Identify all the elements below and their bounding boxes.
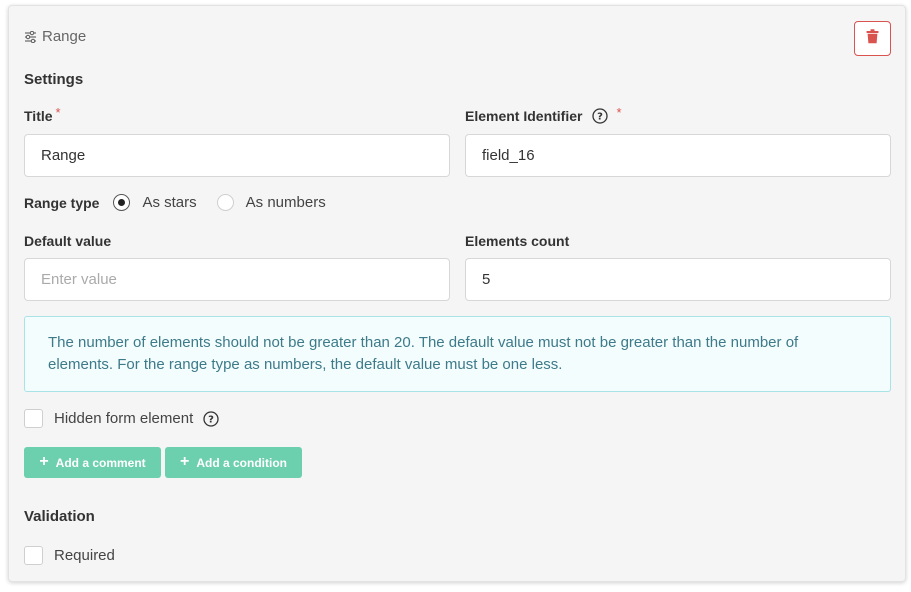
range-type-label: Range type [24,194,100,211]
trash-icon [866,28,879,49]
title-input[interactable]: Range [24,134,450,177]
info-alert: The number of elements should not be gre… [24,316,891,392]
plus-icon: + [39,452,49,470]
svg-text:?: ? [598,112,604,123]
radio-as-numbers-label[interactable]: As numbers [246,194,326,211]
settings-heading: Settings [24,71,84,88]
elements-count-input[interactable]: 5 [465,258,891,301]
range-element-card: Range Settings Title * Range Element Ide… [8,5,906,582]
sliders-icon [24,30,37,43]
element-type-title: Range [42,28,87,45]
range-type-group: Range type As stars As numbers [24,194,346,211]
hidden-element-label[interactable]: Hidden form element [54,410,193,427]
required-asterisk: * [55,104,61,120]
validation-heading: Validation [24,508,95,525]
required-row: Required [24,546,115,565]
svg-text:?: ? [208,414,214,425]
title-label-text: Title [24,108,53,124]
identifier-label-text: Element Identifier [465,108,583,124]
default-value-input[interactable]: Enter value [24,258,450,301]
radio-as-stars-label[interactable]: As stars [142,194,196,211]
hidden-element-row: Hidden form element ? [24,409,219,428]
add-condition-label: Add a condition [196,455,287,470]
default-value-label: Default value [24,233,112,249]
help-icon[interactable]: ? [592,108,609,124]
help-icon[interactable]: ? [203,410,219,427]
radio-as-numbers[interactable] [216,194,234,211]
identifier-input[interactable]: field_16 [465,134,891,177]
radio-as-stars[interactable] [113,194,131,211]
required-asterisk: * [616,104,622,120]
required-checkbox[interactable] [24,546,43,565]
element-header: Range [24,28,86,45]
plus-icon: + [180,452,190,470]
required-label[interactable]: Required [54,547,115,564]
title-label: Title * [24,104,61,125]
add-comment-button[interactable]: + Add a comment [24,447,161,478]
delete-button[interactable] [854,21,891,56]
add-condition-button[interactable]: + Add a condition [165,447,302,478]
identifier-label: Element Identifier ? * [465,104,622,125]
add-comment-label: Add a comment [55,455,146,470]
elements-count-label: Elements count [465,233,570,249]
hidden-element-checkbox[interactable] [24,409,43,428]
